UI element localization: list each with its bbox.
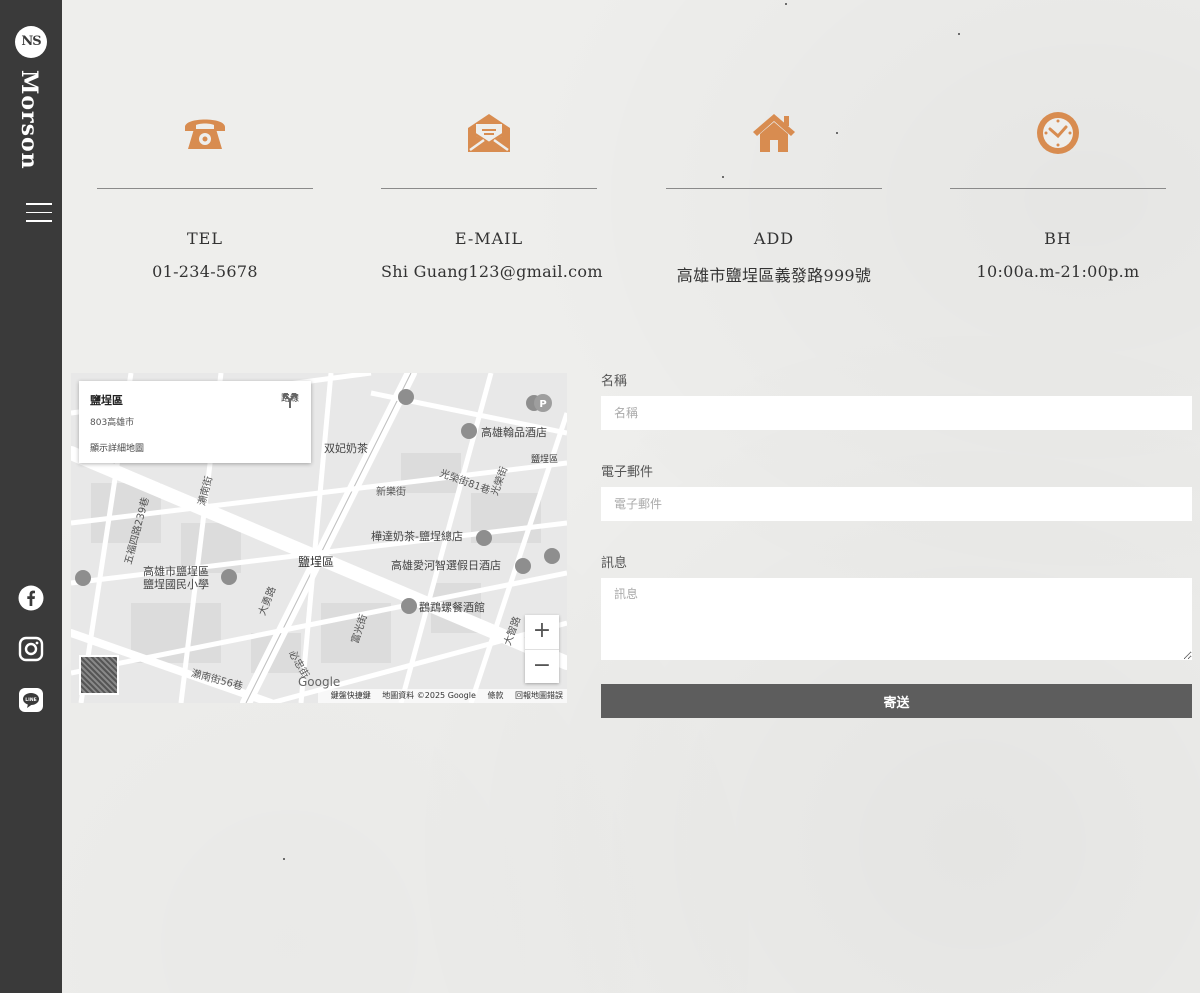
map-label: 樺達奶茶-鹽埕總店 [371,530,463,543]
divider [97,188,313,189]
view-larger-map-link[interactable]: 顯示詳細地圖 [90,441,144,454]
paper-speck [785,3,787,5]
line-icon[interactable]: LINE [18,687,44,713]
email-input[interactable] [601,487,1192,521]
message-label: 訊息 [601,556,628,571]
contact-value: 01-234-5678 [152,262,258,281]
directions-button[interactable]: 路線 [281,391,299,408]
map-label: 鹽埕區 [298,555,335,569]
map-label: 双妃奶茶 [324,442,368,455]
map-place-subtitle: 803高雄市 [90,418,135,428]
contact-value: 高雄市鹽埕區義發路999號 [676,266,872,285]
contact-label: ADD [753,229,795,248]
map-label: 高雄愛河智選假日酒店 [391,559,501,572]
contact-form: 名稱 電子郵件 訊息 寄送 [601,370,1192,718]
contact-address: ADD 高雄市鹽埕區義發路999號 [666,110,882,286]
contact-label: BH [1044,229,1072,248]
contact-email: E-MAIL Shi Guang123@gmail.com [381,110,603,281]
map-label: 鸛鵡螺餐酒館 [419,601,485,614]
map-label: 高雄翰品酒店 [481,426,547,439]
paper-speck [283,858,285,860]
clock-icon [950,110,1166,156]
map-data-credit: 地圖資料 ©2025 Google [382,691,476,700]
contact-tel: TEL 01-234-5678 [97,110,313,281]
map-place-title: 鹽埕區 [90,394,123,407]
hamburger-menu-icon[interactable] [26,203,52,225]
brand-name[interactable]: Morson [16,70,42,170]
brand-logo[interactable]: NS [15,26,47,58]
contact-hours: BH 10:00a.m-21:00p.m [950,110,1166,281]
terms-link[interactable]: 條款 [487,691,503,700]
map-label: 鹽埕區 [531,455,559,465]
phone-icon [97,110,313,156]
zoom-out-button[interactable]: − [525,649,559,684]
message-textarea[interactable] [601,578,1192,660]
sidebar: NS Morson LINE [0,0,62,993]
report-error-link[interactable]: 回報地圖錯誤 [515,691,563,700]
submit-button[interactable]: 寄送 [601,684,1192,718]
map-label: 新樂街 [376,487,406,498]
name-label: 名稱 [601,374,628,389]
keyboard-shortcuts-link[interactable]: 鍵盤快捷鍵 [331,691,371,700]
name-input[interactable] [601,396,1192,430]
map-attribution: 鍵盤快捷鍵 地圖資料 ©2025 Google 條款 回報地圖錯誤 [317,689,567,703]
divider [381,188,597,189]
map-zoom-control: + − [525,615,559,683]
contact-value: Shi Guang123@gmail.com [381,262,603,281]
email-label: 電子郵件 [601,465,654,480]
zoom-in-button[interactable]: + [525,615,559,649]
contact-label: E-MAIL [454,229,524,248]
facebook-icon[interactable] [18,585,44,611]
house-icon [666,110,882,156]
instagram-icon[interactable] [18,636,44,662]
map-label: 鹽埕國民小學 [143,578,209,591]
map-place-card: 鹽埕區 803高雄市 顯示詳細地圖 路線 [79,381,311,463]
google-logo: Google [298,675,341,689]
svg-text:P: P [539,399,546,410]
google-map[interactable]: P 高雄翰品酒店 双妃奶茶 新樂街 光榮街81巷 樺達奶茶-鹽埕總店 鹽埕區 高… [71,373,567,703]
envelope-icon [381,110,597,156]
contact-value: 10:00a.m-21:00p.m [976,262,1140,281]
svg-text:LINE: LINE [25,697,36,703]
divider [950,188,1166,189]
map-satellite-toggle[interactable] [79,655,119,695]
divider [666,188,882,189]
directions-icon [282,393,297,408]
paper-speck [958,33,960,35]
contact-label: TEL [187,229,223,248]
